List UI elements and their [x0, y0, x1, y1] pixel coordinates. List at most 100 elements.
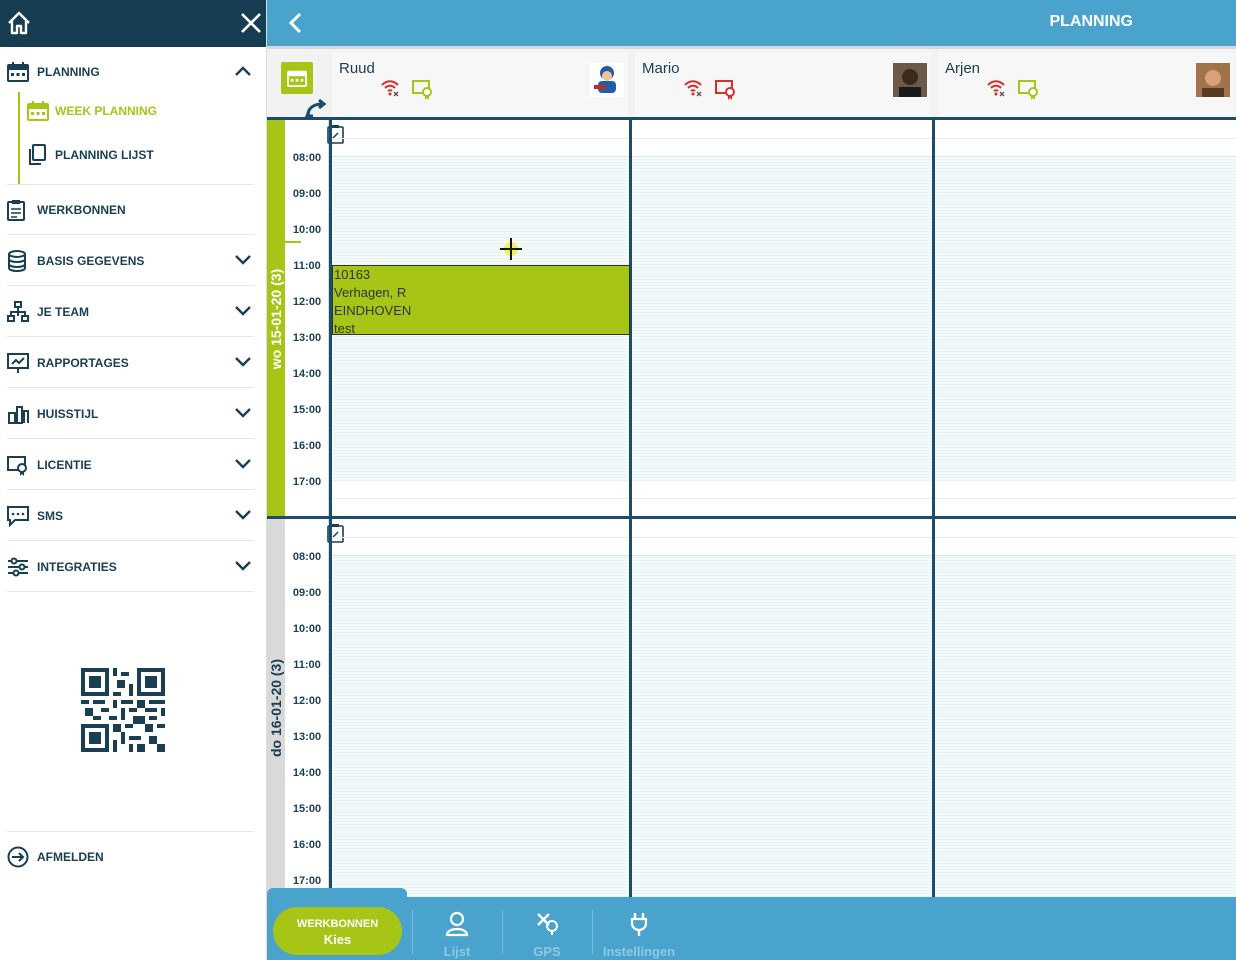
appointment-note: test: [334, 321, 355, 336]
chevron-down-icon[interactable]: [234, 557, 252, 575]
time-label: 14:00: [292, 368, 322, 380]
gridline: [632, 498, 932, 499]
resource-column[interactable]: [329, 519, 632, 900]
appointment-card[interactable]: 10163 Verhagen, R EINDHOVEN test: [332, 265, 630, 336]
sidebar-item-label: WERKBONNEN: [37, 202, 126, 217]
plug-icon: [630, 913, 648, 936]
time-label: 09:00: [292, 188, 322, 200]
work-hours: [632, 156, 932, 481]
day-label: wo 15-01-20 (3): [268, 268, 284, 369]
divider: [502, 910, 503, 954]
nav-label: GPS: [533, 944, 561, 959]
divider: [592, 910, 593, 954]
time-label: 17:00: [292, 875, 322, 887]
time-column: 08:00 09:00 10:00 11:00 12:00 13:00 14:0…: [285, 120, 344, 517]
sidebar-item-licentie[interactable]: LICENTIE: [7, 440, 254, 490]
sidebar-item-week-planning[interactable]: WEEK PLANNING: [27, 94, 157, 128]
appointment-number: 10163: [334, 267, 371, 282]
nav-label: Lijst: [443, 944, 471, 959]
chevron-down-icon[interactable]: [234, 353, 252, 371]
back-icon[interactable]: [285, 11, 307, 35]
sidebar-item-label: HUISSTIJL: [37, 406, 99, 421]
time-label: 09:00: [292, 587, 322, 599]
chevron-down-icon[interactable]: [234, 455, 252, 473]
team-hierarchy-icon: [7, 300, 37, 324]
time-label: 10:00: [292, 224, 322, 236]
gridline: [935, 138, 1236, 139]
sidebar-item-label: SMS: [37, 508, 64, 523]
resource-header-ruud[interactable]: Ruud: [332, 52, 628, 118]
logout-button[interactable]: AFMELDEN: [7, 831, 254, 881]
wifi-off-icon: [987, 80, 1005, 97]
chevron-down-icon[interactable]: [234, 302, 252, 320]
day-block: wo 15-01-20 (3) 08:00 09:00 10:00 11:00 …: [267, 117, 1236, 517]
resource-column[interactable]: [932, 120, 1236, 517]
time-label: 16:00: [292, 839, 322, 851]
sidebar-item-werkbonnen[interactable]: WERKBONNEN: [7, 185, 254, 235]
day-label: do 16-01-20 (3): [268, 658, 284, 758]
sidebar-item-planning[interactable]: PLANNING: [7, 47, 254, 97]
nav-lijst[interactable]: Lijst: [417, 911, 497, 959]
gridline: [332, 138, 632, 139]
calendar-week-icon: [27, 100, 55, 122]
time-label: 12:00: [292, 296, 322, 308]
werkbonnen-kies-button[interactable]: WERKBONNEN Kies: [273, 907, 402, 955]
close-icon[interactable]: [238, 10, 264, 36]
resource-header: Ruud Mario Arjen: [267, 46, 1236, 118]
day-label-strip[interactable]: wo 15-01-20 (3): [267, 120, 285, 517]
gridline: [332, 537, 632, 538]
gridline: [332, 498, 632, 499]
nav-instellingen[interactable]: Instellingen: [599, 911, 679, 959]
sidebar-item-rapportages[interactable]: RAPPORTAGES: [7, 338, 254, 388]
chevron-up-icon[interactable]: [234, 62, 252, 80]
avatar: [893, 63, 927, 97]
nav-gps[interactable]: GPS: [507, 911, 587, 959]
day-label-strip[interactable]: do 16-01-20 (3): [267, 519, 285, 897]
time-label: 14:00: [292, 767, 322, 779]
swap-icon[interactable]: [305, 97, 329, 119]
work-hours: [935, 555, 1236, 900]
sidebar-item-label: BASIS GEGEVENS: [37, 253, 145, 268]
time-label: 13:00: [292, 332, 322, 344]
license-icon: [7, 453, 37, 477]
resource-header-mario[interactable]: Mario: [635, 52, 931, 118]
time-label: 08:00: [292, 551, 322, 563]
chevron-down-icon[interactable]: [234, 251, 252, 269]
sidebar-item-sms[interactable]: SMS: [7, 491, 254, 541]
time-label: 10:00: [292, 623, 322, 635]
database-icon: [7, 249, 37, 273]
time-label: 11:00: [293, 260, 321, 272]
time-label: 08:00: [292, 152, 322, 164]
gridline: [632, 138, 932, 139]
sidebar: PLANNING WEEK PLANNING PLANNING LIJST WE…: [0, 0, 267, 960]
home-icon[interactable]: [6, 10, 32, 36]
resource-name: Ruud: [339, 60, 375, 77]
resource-column[interactable]: [629, 519, 932, 900]
chat-icon: [7, 504, 37, 528]
resource-header-arjen[interactable]: Arjen: [938, 52, 1234, 118]
work-hours: [632, 555, 932, 900]
logout-icon: [7, 845, 37, 869]
sidebar-item-integraties[interactable]: INTEGRATIES: [7, 542, 254, 592]
date-picker-button[interactable]: [281, 62, 313, 94]
sidebar-item-huisstijl[interactable]: HUISSTIJL: [7, 389, 254, 439]
wifi-off-icon: [381, 80, 399, 97]
sidebar-item-planning-lijst[interactable]: PLANNING LIJST: [27, 138, 154, 172]
kies-label: Kies: [323, 932, 352, 947]
license-icon: [412, 80, 432, 100]
resource-column[interactable]: [629, 120, 932, 517]
top-bar: PLANNING: [267, 0, 1236, 46]
chevron-down-icon[interactable]: [234, 506, 252, 524]
time-label: 15:00: [292, 803, 322, 815]
work-hours: [332, 555, 632, 900]
time-column: 08:00 09:00 10:00 11:00 12:00 13:00 14:0…: [285, 519, 344, 897]
sidebar-item-basis-gegevens[interactable]: BASIS GEGEVENS: [7, 236, 254, 286]
gridline: [935, 537, 1236, 538]
resource-column[interactable]: [932, 519, 1236, 900]
appointment-customer: Verhagen, R: [334, 285, 407, 300]
sidebar-item-label: PLANNING: [37, 65, 100, 79]
sidebar-item-je-team[interactable]: JE TEAM: [7, 287, 254, 337]
chevron-down-icon[interactable]: [234, 404, 252, 422]
person-icon: [445, 911, 469, 937]
time-label: 16:00: [292, 440, 322, 452]
